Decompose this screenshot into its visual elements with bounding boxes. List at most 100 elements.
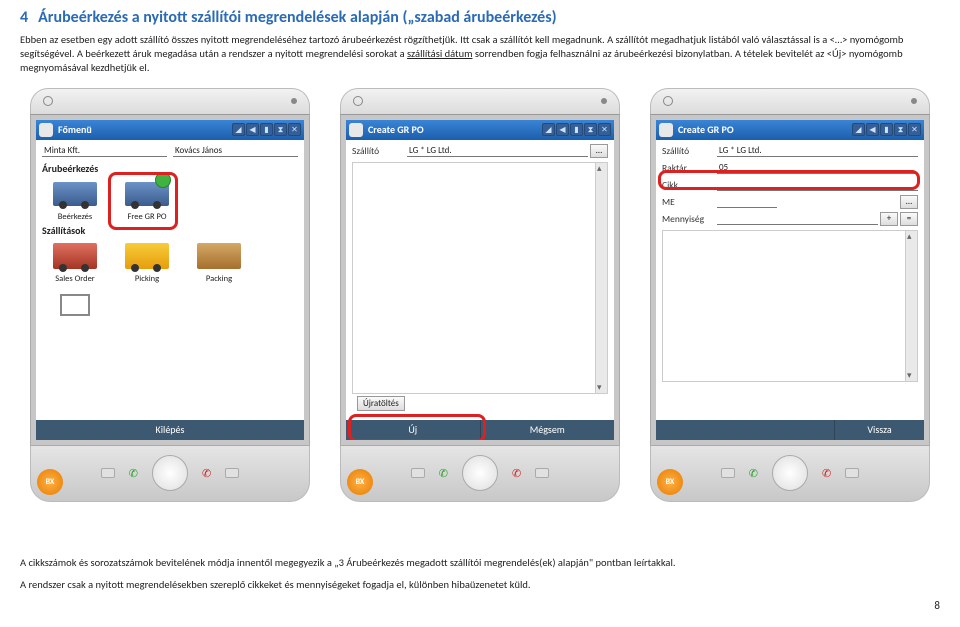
hangup-icon: ✆	[512, 467, 521, 480]
call-icon: ✆	[439, 467, 448, 480]
warehouse-input[interactable]: 05	[717, 161, 918, 174]
device-bottom-bezel: BX ✆ ✆	[340, 446, 620, 502]
battery-icon: ▮	[570, 123, 583, 136]
hw-button	[101, 468, 115, 478]
clock-icon: ⧗	[894, 123, 907, 136]
volume-icon: ◀	[556, 123, 569, 136]
screen-frame: Főmenü ◢ ◀ ▮ ⧗ ✕ Minta Kft. Kovács János	[30, 114, 310, 446]
power-icon	[353, 96, 363, 106]
device-3: Create GR PO ◢ ◀ ▮ ⧗ ✕ Szállító LG * LG …	[640, 88, 940, 502]
dpad-icon	[462, 455, 498, 491]
camera-icon	[601, 98, 607, 104]
device-bottom-bezel: BX ✆ ✆	[650, 446, 930, 502]
supplier-input[interactable]: LG * LG Ltd.	[717, 144, 918, 157]
battery-icon: ▮	[880, 123, 893, 136]
equals-button[interactable]: =	[900, 212, 918, 226]
icon-beerkezes-label: Beérkezés	[58, 213, 93, 222]
screen-frame: Create GR PO ◢ ◀ ▮ ⧗ ✕ Szállító LG * LG …	[650, 114, 930, 446]
start-icon[interactable]	[349, 123, 363, 137]
page-number: 8	[20, 599, 940, 612]
supplier-label: Szállító	[352, 145, 407, 157]
section-szallitasok: Szállítások	[42, 224, 298, 237]
device-top-bezel	[30, 88, 310, 114]
icon-free-gr-po[interactable]: Free GR PO	[114, 176, 180, 222]
icon-sales-order-label: Sales Order	[55, 275, 95, 284]
camera-icon	[291, 98, 297, 104]
close-icon[interactable]: ✕	[598, 123, 611, 136]
bottom-bar: Vissza	[656, 420, 924, 440]
item-label: Cikk	[662, 179, 717, 191]
item-input[interactable]	[717, 178, 918, 191]
status-icons: ◢ ◀ ▮ ⧗ ✕	[232, 123, 301, 136]
plus-button[interactable]: +	[880, 212, 898, 226]
power-icon	[43, 96, 53, 106]
bottom-bar: Kilépés	[36, 420, 304, 440]
icon-sales-order[interactable]: Sales Order	[42, 238, 108, 284]
start-icon[interactable]	[659, 123, 673, 137]
call-icon: ✆	[749, 467, 758, 480]
content-area: Szállító LG * LG Ltd. … Újratöltés	[346, 140, 614, 414]
intro-underline: szállítási dátum	[407, 47, 472, 60]
note-2: A rendszer csak a nyitott megrendelésekb…	[20, 578, 940, 593]
reload-button[interactable]: Újratöltés	[357, 396, 405, 411]
hw-button	[721, 468, 735, 478]
intro-paragraph: Ebben az esetben egy adott szállító össz…	[20, 33, 940, 76]
icon-picking-label: Picking	[135, 275, 159, 284]
list-area[interactable]	[352, 162, 608, 394]
content-area: Szállító LG * LG Ltd. Raktár 05 Cikk ME	[656, 140, 924, 385]
device-bottom-bezel: BX ✆ ✆	[30, 446, 310, 502]
screen: Főmenü ◢ ◀ ▮ ⧗ ✕ Minta Kft. Kovács János	[36, 120, 304, 440]
supplier-input[interactable]: LG * LG Ltd.	[407, 144, 588, 157]
screen: Create GR PO ◢ ◀ ▮ ⧗ ✕ Szállító LG * LG …	[346, 120, 614, 440]
start-icon[interactable]	[39, 123, 53, 137]
signal-icon: ◢	[852, 123, 865, 136]
hw-button	[225, 468, 239, 478]
note-1: A cikkszámok és sorozatszámok beviteléne…	[20, 556, 940, 571]
new-button[interactable]: Új	[346, 420, 481, 440]
screen: Create GR PO ◢ ◀ ▮ ⧗ ✕ Szállító LG * LG …	[656, 120, 924, 440]
qty-input[interactable]	[717, 212, 878, 225]
me-label: ME	[662, 196, 717, 208]
section-number: 4	[20, 8, 28, 27]
back-button[interactable]: Vissza	[835, 420, 924, 440]
scrollbar[interactable]	[595, 163, 607, 393]
dpad-icon	[152, 455, 188, 491]
close-icon[interactable]: ✕	[908, 123, 921, 136]
cancel-button[interactable]: Mégsem	[481, 420, 615, 440]
close-icon[interactable]: ✕	[288, 123, 301, 136]
title-bar: Create GR PO ◢ ◀ ▮ ⧗ ✕	[346, 120, 614, 140]
hw-button	[845, 468, 859, 478]
status-icons: ◢ ◀ ▮ ⧗ ✕	[542, 123, 611, 136]
exit-button[interactable]: Kilépés	[36, 420, 304, 440]
icon-report[interactable]	[42, 287, 108, 323]
icon-picking[interactable]: Picking	[114, 238, 180, 284]
icon-packing-label: Packing	[206, 275, 232, 284]
me-lookup-button[interactable]: …	[900, 195, 918, 209]
bottom-bar: Új Mégsem	[346, 420, 614, 440]
section-heading: Árubeérkezés a nyitott szállítói megrend…	[38, 8, 556, 27]
signal-icon: ◢	[232, 123, 245, 136]
power-icon	[663, 96, 673, 106]
call-icon: ✆	[129, 467, 138, 480]
scrollbar[interactable]	[905, 231, 917, 381]
signal-icon: ◢	[542, 123, 555, 136]
volume-icon: ◀	[246, 123, 259, 136]
hw-button	[535, 468, 549, 478]
qty-label: Mennyiség	[662, 213, 717, 225]
icon-packing[interactable]: Packing	[186, 238, 252, 284]
list-area[interactable]	[662, 230, 918, 382]
bx-badge-icon: BX	[657, 469, 683, 495]
device-1: Főmenü ◢ ◀ ▮ ⧗ ✕ Minta Kft. Kovács János	[20, 88, 320, 502]
screen-frame: Create GR PO ◢ ◀ ▮ ⧗ ✕ Szállító LG * LG …	[340, 114, 620, 446]
bottom-notes: A cikkszámok és sorozatszámok beviteléne…	[20, 556, 940, 593]
dpad-icon	[772, 455, 808, 491]
icon-beerkezes[interactable]: Beérkezés	[42, 176, 108, 222]
supplier-lookup-button[interactable]: …	[590, 144, 608, 158]
section-title: 4 Árubeérkezés a nyitott szállítói megren…	[20, 8, 940, 27]
window-title: Create GR PO	[366, 123, 539, 136]
bx-badge-icon: BX	[347, 469, 373, 495]
hangup-icon: ✆	[202, 467, 211, 480]
icon-free-gr-po-label: Free GR PO	[127, 213, 166, 222]
me-input[interactable]	[717, 195, 777, 208]
supplier-label: Szállító	[662, 145, 717, 157]
